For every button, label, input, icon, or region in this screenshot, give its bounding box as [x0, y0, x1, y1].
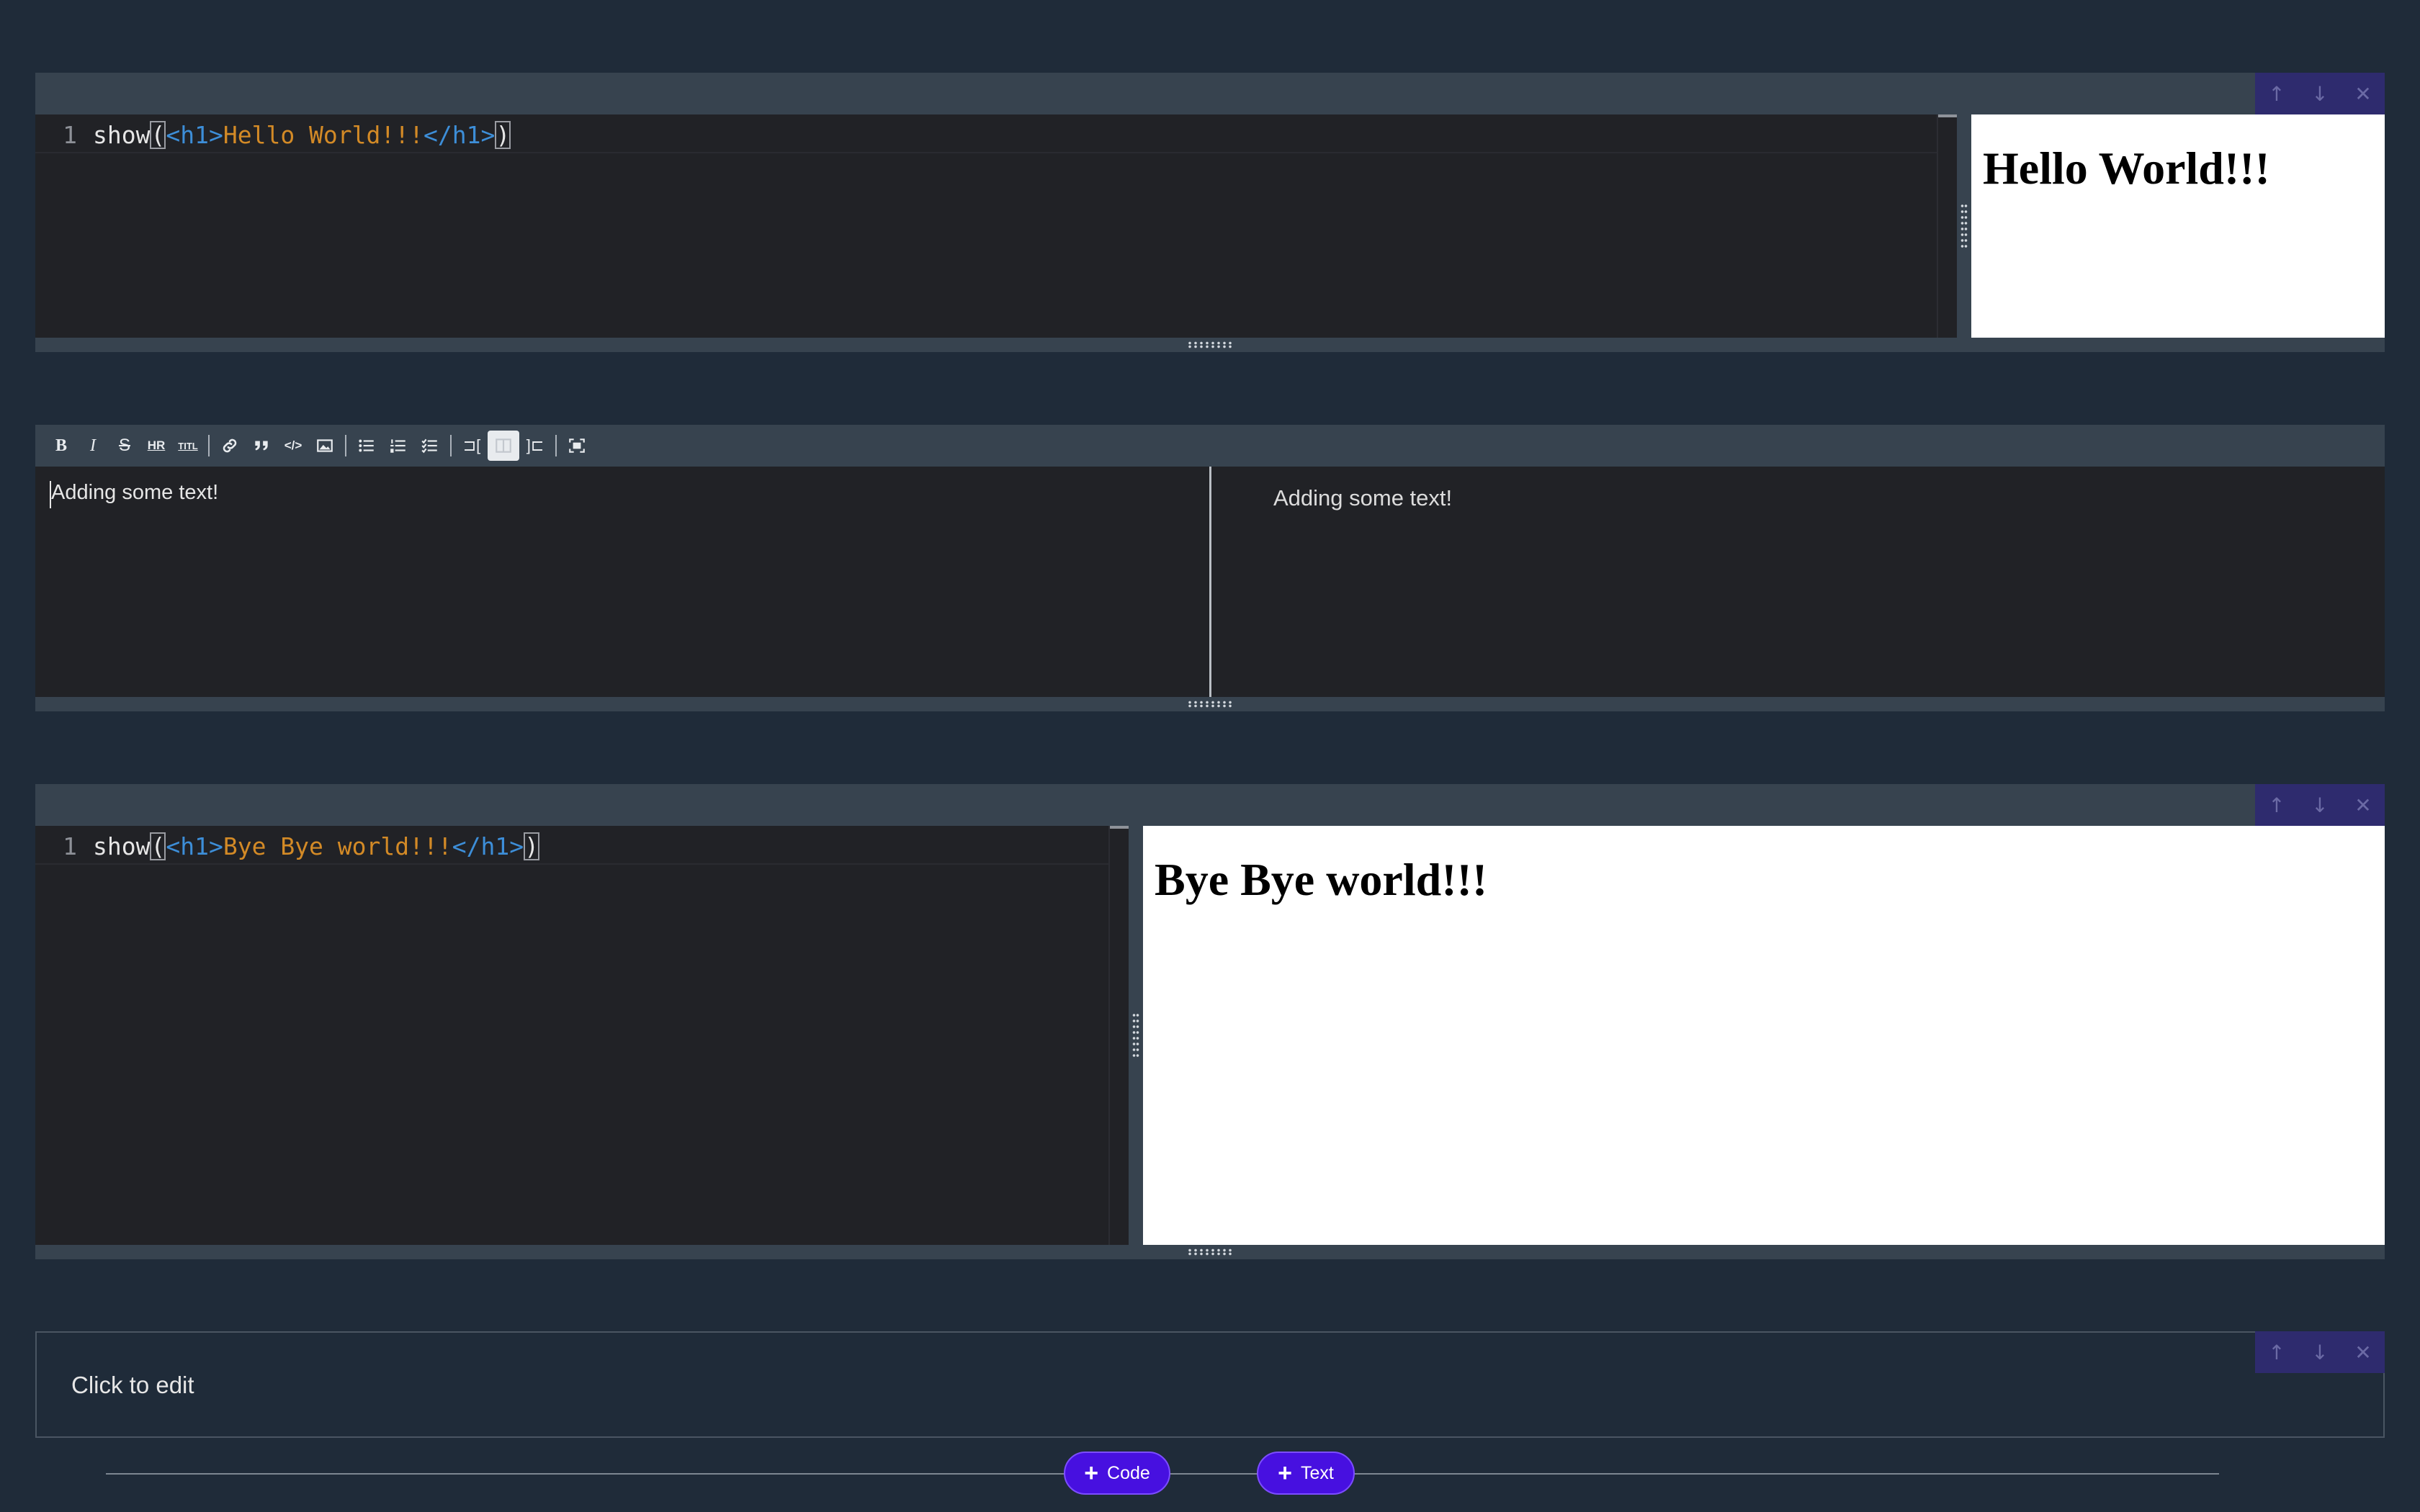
quote-icon[interactable] [246, 431, 277, 461]
cell-resize-bar[interactable] [35, 338, 2385, 352]
code-close-paren: ) [524, 832, 539, 860]
line-number: 1 [63, 120, 77, 149]
markdown-preview: Adding some text! [1211, 467, 2385, 697]
link-icon[interactable] [214, 431, 246, 461]
resize-grip-icon[interactable] [1187, 341, 1233, 348]
cell-resize-bar[interactable] [35, 1245, 2385, 1259]
code-function: show [93, 120, 151, 149]
click-to-edit-placeholder[interactable]: Click to edit [71, 1372, 194, 1399]
delete-cell-icon[interactable]: ✕ [2341, 1331, 2385, 1373]
plus-icon: + [1084, 1459, 1099, 1487]
checklist-icon[interactable] [414, 431, 446, 461]
code-line[interactable]: 1 show(<h1> Bye Bye world!!! </h1>) [35, 829, 1129, 865]
move-down-icon[interactable]: ↓ [2298, 73, 2341, 114]
markdown-toolbar: B I S HR TITL </> ⊐[ ]⊏ [35, 425, 2385, 467]
markdown-preview-text: Adding some text! [1273, 485, 1453, 510]
plus-icon: + [1278, 1459, 1292, 1487]
code-close-tag: </h1> [424, 120, 496, 149]
move-up-icon[interactable]: ↑ [2255, 784, 2298, 826]
add-text-label: Text [1301, 1462, 1334, 1483]
edit-only-icon[interactable]: ⊐[ [456, 431, 488, 461]
image-icon[interactable] [309, 431, 341, 461]
line-number: 1 [63, 832, 77, 860]
split-view-icon[interactable] [488, 431, 519, 461]
drag-handle-icon[interactable] [1960, 203, 1968, 249]
strikethrough-button[interactable]: S [109, 431, 140, 461]
output-heading: Hello World!!! [1983, 143, 2270, 194]
cell-resize-bar[interactable] [35, 697, 2385, 711]
code-cell-2: ↑ ↓ ✕ 1 show(<h1> Bye Bye world!!! </h1>) … [35, 784, 2385, 1259]
code-function: show [93, 832, 151, 860]
markdown-cell: B I S HR TITL </> ⊐[ ]⊏ Adding some text… [35, 425, 2385, 711]
unordered-list-icon[interactable] [351, 431, 382, 461]
add-code-label: Code [1107, 1462, 1150, 1483]
code-icon[interactable]: </> [277, 431, 309, 461]
code-open-paren: ( [150, 120, 166, 149]
cell-header [35, 73, 2385, 114]
add-text-button[interactable]: + Text [1257, 1452, 1355, 1495]
editor-scrollbar[interactable] [1108, 826, 1129, 1245]
toolbar-separator [208, 435, 210, 456]
code-editor[interactable]: 1 show(<h1> Hello World!!! </h1>) [35, 114, 1957, 338]
code-close-paren: ) [495, 120, 511, 149]
markdown-source-editor[interactable]: Adding some text! [35, 467, 1209, 697]
output-pane: Hello World!!! [1971, 114, 2385, 338]
cell-header [35, 784, 2385, 826]
code-string: Hello World!!! [223, 120, 424, 149]
move-up-icon[interactable]: ↑ [2255, 1331, 2298, 1373]
delete-cell-icon[interactable]: ✕ [2341, 73, 2385, 114]
editor-scrollbar[interactable] [1937, 114, 1957, 338]
code-close-tag: </h1> [452, 832, 524, 860]
move-down-icon[interactable]: ↓ [2298, 1331, 2341, 1373]
cell-controls: ↑ ↓ ✕ [2255, 1331, 2385, 1373]
ordered-list-icon[interactable] [382, 431, 414, 461]
resize-grip-icon[interactable] [1187, 1248, 1233, 1256]
code-editor[interactable]: 1 show(<h1> Bye Bye world!!! </h1>) [35, 826, 1129, 1245]
toolbar-separator [555, 435, 557, 456]
preview-only-icon[interactable]: ]⊏ [519, 431, 551, 461]
code-open-tag: <h1> [166, 832, 223, 860]
horizontal-rule-button[interactable]: HR [140, 431, 172, 461]
cell-controls: ↑ ↓ ✕ [2255, 73, 2385, 114]
cell-controls: ↑ ↓ ✕ [2255, 784, 2385, 826]
add-code-button[interactable]: + Code [1064, 1452, 1170, 1495]
delete-cell-icon[interactable]: ✕ [2341, 784, 2385, 826]
output-pane: Bye Bye world!!! [1143, 826, 2385, 1245]
output-heading: Bye Bye world!!! [1155, 854, 1488, 905]
bold-button[interactable]: B [45, 431, 77, 461]
move-down-icon[interactable]: ↓ [2298, 784, 2341, 826]
heading-button[interactable]: TITL [172, 431, 204, 461]
fullscreen-icon[interactable] [561, 431, 593, 461]
code-open-tag: <h1> [166, 120, 223, 149]
code-open-paren: ( [150, 832, 166, 860]
resize-grip-icon[interactable] [1187, 701, 1233, 708]
vertical-splitter[interactable] [1957, 114, 1971, 338]
move-up-icon[interactable]: ↑ [2255, 73, 2298, 114]
code-line[interactable]: 1 show(<h1> Hello World!!! </h1>) [35, 117, 1957, 153]
toolbar-separator [345, 435, 346, 456]
drag-handle-icon[interactable] [1132, 1012, 1139, 1058]
text-cell[interactable]: ↑ ↓ ✕ Click to edit [35, 1331, 2385, 1438]
markdown-source-text[interactable]: Adding some text! [51, 481, 218, 505]
italic-button[interactable]: I [77, 431, 109, 461]
toolbar-separator [450, 435, 452, 456]
vertical-splitter[interactable] [1129, 826, 1143, 1245]
code-string: Bye Bye world!!! [223, 832, 452, 860]
code-cell-1: ↑ ↓ ✕ 1 show(<h1> Hello World!!! </h1>) He… [35, 73, 2385, 352]
